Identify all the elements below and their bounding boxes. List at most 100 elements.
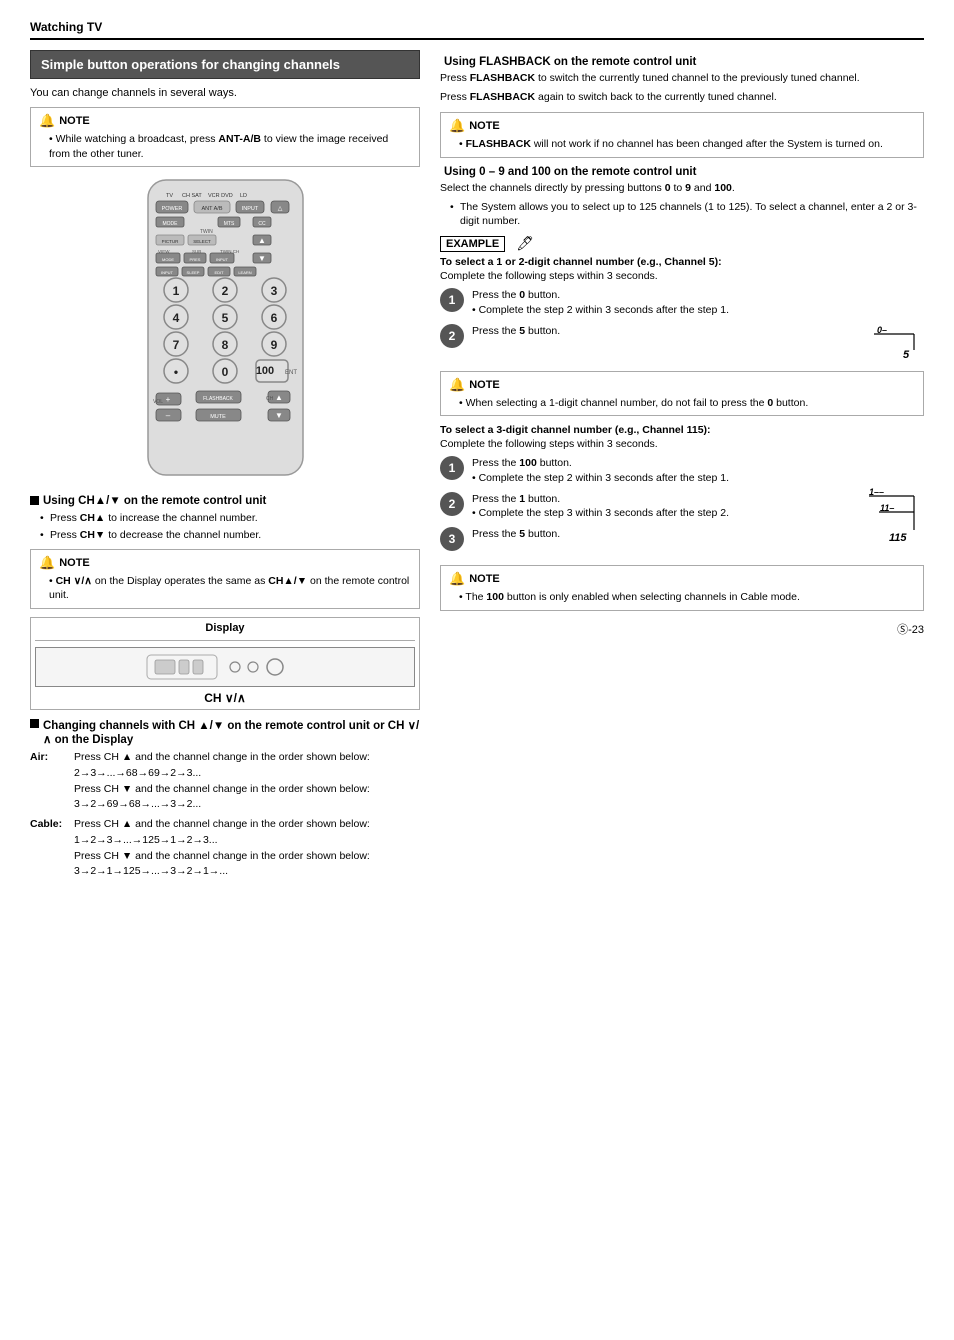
example1-steps: 1 Press the 0 button. • Complete the ste… <box>440 288 924 370</box>
zero9-heading: Using 0 – 9 and 100 on the remote contro… <box>440 166 924 178</box>
svg-text:TWIN: TWIN <box>200 229 213 235</box>
svg-text:9: 9 <box>270 338 277 352</box>
svg-text:SELECT: SELECT <box>193 239 211 244</box>
zero9-text: Select the channels directly by pressing… <box>440 181 924 196</box>
intro-text: You can change channels in several ways. <box>30 87 420 99</box>
svg-text:PICTUR: PICTUR <box>161 239 179 244</box>
example2-diagram: 1–– 11– 115 <box>864 456 924 547</box>
step-circle-e2-2: 2 <box>440 492 464 516</box>
svg-text:▼: ▼ <box>275 411 283 420</box>
step-circle-e2-3: 3 <box>440 527 464 551</box>
svg-text:VCR DVD: VCR DVD <box>208 193 233 199</box>
svg-text:CH SAT: CH SAT <box>182 193 202 199</box>
svg-text:LEARN: LEARN <box>238 270 251 275</box>
page-header: Watching TV <box>30 20 924 40</box>
note-flashback-text: • FLASHBACK will not work if no channel … <box>459 137 915 152</box>
example-label: EXAMPLE <box>440 236 505 252</box>
left-column: Simple button operations for changing ch… <box>30 50 420 884</box>
step-e2-1-content: Press the 100 button. • Complete the ste… <box>472 456 856 485</box>
svg-text:5: 5 <box>903 349 910 360</box>
section-title: Simple button operations for changing ch… <box>30 50 420 79</box>
svg-text:+: + <box>165 395 170 404</box>
svg-text:MTS: MTS <box>223 221 234 227</box>
svg-text:8: 8 <box>221 338 228 352</box>
remote-svg: TV CH SAT VCR DVD LD POWER ANT A/B INPUT… <box>138 175 313 485</box>
svg-text:7: 7 <box>172 338 179 352</box>
svg-text:1: 1 <box>172 284 179 298</box>
svg-text:CC: CC <box>258 221 266 227</box>
flashback-heading: Using FLASHBACK on the remote control un… <box>440 56 924 68</box>
remote-illustration: TV CH SAT VCR DVD LD POWER ANT A/B INPUT… <box>30 175 420 485</box>
svg-text:115: 115 <box>889 532 907 544</box>
svg-text:SLEEP: SLEEP <box>186 270 199 275</box>
note2-text: • CH ∨/∧ on the Display operates the sam… <box>49 574 411 603</box>
svg-text:100: 100 <box>255 365 273 377</box>
svg-text:6: 6 <box>270 311 277 325</box>
example2-heading: To select a 3-digit channel number (e.g.… <box>440 424 924 436</box>
note-onedigit: 🔔 NOTE • When selecting a 1-digit channe… <box>440 371 924 417</box>
note-icon-3: 🔔 <box>449 118 465 134</box>
note-icon-1: 🔔 <box>39 113 55 129</box>
example2-steps: 1 Press the 100 button. • Complete the s… <box>440 456 924 557</box>
svg-text:•: • <box>173 365 177 379</box>
display-screen <box>35 647 415 687</box>
svg-text:MUTE: MUTE <box>210 414 226 420</box>
svg-text:ANT A/B: ANT A/B <box>201 206 222 212</box>
note-icon-2: 🔔 <box>39 555 55 571</box>
example1-step1: 1 Press the 0 button. • Complete the ste… <box>440 288 924 317</box>
svg-text:▲: ▲ <box>275 393 283 402</box>
step-circle-e2-1: 1 <box>440 456 464 480</box>
note-box-2: 🔔 NOTE • CH ∨/∧ on the Display operates … <box>30 549 420 609</box>
svg-text:POWER: POWER <box>161 206 182 212</box>
svg-text:4: 4 <box>172 311 179 325</box>
example2-steps-list: 1 Press the 100 button. • Complete the s… <box>440 456 856 557</box>
svg-text:LD: LD <box>240 193 247 199</box>
note-onedigit-text: • When selecting a 1-digit channel numbe… <box>459 396 915 411</box>
ch-updown-bullets: Press CH▲ to increase the channel number… <box>40 511 420 542</box>
step-circle-1: 1 <box>440 288 464 312</box>
svg-text:VOL: VOL <box>153 399 163 405</box>
example1-sub: Complete the following steps within 3 se… <box>440 270 924 282</box>
svg-text:TV: TV <box>166 193 173 199</box>
display-symbol: CH ∨/∧ <box>35 691 415 705</box>
svg-text:INPUT: INPUT <box>161 270 174 275</box>
page-title: Watching TV <box>30 20 102 34</box>
svg-text:INPUT: INPUT <box>216 257 229 262</box>
svg-text:ENT: ENT <box>285 370 297 376</box>
note-icon-4: 🔔 <box>449 377 465 393</box>
air-cable-section: Air: Press CH ▲ and the channel change i… <box>30 750 420 880</box>
example2-step2: 2 Press the 1 button. • Complete the ste… <box>440 492 856 521</box>
note-icon-5: 🔔 <box>449 571 465 587</box>
step-circle-2: 2 <box>440 324 464 348</box>
example2-step3: 3 Press the 5 button. <box>440 527 856 551</box>
svg-text:△: △ <box>277 206 282 212</box>
note1-text: • While watching a broadcast, press ANT-… <box>49 132 411 161</box>
step-e2-2-content: Press the 1 button. • Complete the step … <box>472 492 856 521</box>
example1-heading: To select a 1 or 2-digit channel number … <box>440 256 924 268</box>
example2-sub: Complete the following steps within 3 se… <box>440 438 924 450</box>
right-column: Using FLASHBACK on the remote control un… <box>440 50 924 884</box>
example-icon: 🖊 <box>516 235 534 252</box>
changing-heading: Changing channels with CH ▲/▼ on the rem… <box>30 718 420 746</box>
svg-text:0–: 0– <box>877 325 887 335</box>
svg-text:▲: ▲ <box>258 236 266 245</box>
flashback-text1: Press FLASHBACK to switch the currently … <box>440 71 924 86</box>
display-box: Display CH ∨/∧ <box>30 617 420 710</box>
svg-text:5: 5 <box>221 311 228 325</box>
note-100-text: • The 100 button is only enabled when se… <box>459 590 915 605</box>
svg-text:1––: 1–– <box>869 487 884 497</box>
page-number: Ⓢ-23 <box>440 621 924 637</box>
svg-text:11–: 11– <box>880 503 894 513</box>
note-100: 🔔 NOTE • The 100 button is only enabled … <box>440 565 924 611</box>
example1-diagram: 0– 5 <box>869 324 924 363</box>
svg-text:CH: CH <box>266 396 274 402</box>
svg-text:▼: ▼ <box>258 254 266 263</box>
svg-text:MODE: MODE <box>162 221 178 227</box>
example2-step1: 1 Press the 100 button. • Complete the s… <box>440 456 856 485</box>
step2-content: Press the 5 button. <box>472 324 861 339</box>
note-flashback: 🔔 NOTE • FLASHBACK will not work if no c… <box>440 112 924 158</box>
svg-text:–: – <box>165 411 170 420</box>
zero9-bullets: The System allows you to select up to 12… <box>450 200 924 229</box>
svg-text:EDIT: EDIT <box>214 270 224 275</box>
step-e2-3-content: Press the 5 button. <box>472 527 856 542</box>
